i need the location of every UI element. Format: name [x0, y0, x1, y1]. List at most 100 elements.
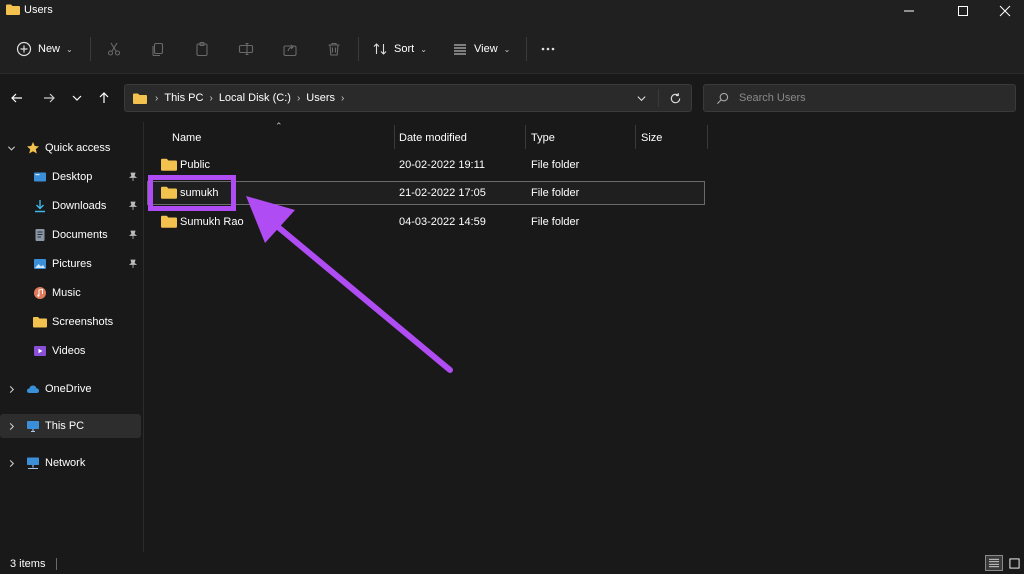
breadcrumb-chevron-icon[interactable]: › — [297, 93, 300, 104]
sidebar-item-label: Videos — [52, 345, 86, 357]
chevron-down-icon — [636, 95, 646, 101]
pin-icon — [128, 172, 138, 181]
folder-icon — [161, 158, 177, 171]
chevron-right-icon[interactable] — [6, 458, 16, 468]
navigation-pane: Quick access Desktop Downloads Documents… — [0, 122, 144, 552]
sort-label: Sort — [394, 43, 415, 55]
close-icon — [999, 5, 1011, 17]
back-button[interactable] — [8, 89, 26, 107]
rename-button[interactable] — [238, 36, 254, 62]
chevron-down-icon[interactable] — [6, 143, 16, 153]
breadcrumb-chevron-icon[interactable]: › — [341, 93, 344, 104]
rename-icon — [238, 41, 254, 57]
view-label: View — [474, 43, 498, 55]
column-header-type[interactable]: Type — [531, 127, 555, 149]
view-button[interactable]: View ⌄ — [452, 36, 510, 62]
column-header-date[interactable]: Date modified — [399, 127, 467, 149]
more-options-button[interactable] — [540, 36, 556, 62]
pin-icon — [128, 230, 138, 239]
sidebar-item-label: Screenshots — [52, 316, 114, 328]
share-button[interactable] — [282, 36, 298, 62]
forward-button[interactable] — [40, 89, 58, 107]
address-bar[interactable]: › This PC › Local Disk (C:) › Users › — [124, 84, 692, 112]
column-type-label: Type — [531, 132, 555, 144]
new-button[interactable]: New ⌄ — [16, 36, 73, 62]
up-button[interactable] — [95, 89, 113, 107]
cut-button[interactable] — [106, 36, 122, 62]
sidebar-item-label: OneDrive — [45, 383, 92, 395]
sidebar-item-music[interactable]: Music — [0, 281, 141, 305]
sidebar-item-screenshots[interactable]: Screenshots — [0, 310, 141, 334]
sort-icon — [372, 41, 388, 57]
sort-ascending-icon: ⌃ — [275, 121, 283, 131]
item-count: 3 items — [10, 558, 46, 570]
cloud-icon — [26, 382, 40, 396]
pin-icon — [128, 201, 138, 210]
file-type: File folder — [531, 187, 580, 199]
search-input[interactable] — [739, 92, 999, 104]
sidebar-item-onedrive[interactable]: OneDrive — [0, 377, 141, 401]
column-divider[interactable] — [635, 125, 636, 149]
tiles-view-button[interactable] — [1005, 555, 1023, 571]
star-icon — [26, 141, 40, 155]
chevron-down-icon: ⌄ — [503, 44, 511, 54]
file-date: 21-02-2022 17:05 — [399, 187, 486, 199]
plus-circle-icon — [16, 41, 32, 57]
table-row[interactable]: Sumukh Rao 04-03-2022 14:59 File folder — [147, 210, 705, 234]
sidebar-item-label: Network — [45, 457, 86, 469]
column-divider[interactable] — [394, 125, 395, 149]
breadcrumb-local-disk[interactable]: Local Disk (C:) — [219, 92, 291, 104]
pin-icon — [128, 259, 138, 268]
refresh-icon — [670, 92, 680, 103]
column-header-size[interactable]: Size — [641, 127, 662, 149]
breadcrumb-this-pc[interactable]: This PC — [164, 92, 203, 104]
breadcrumb-users[interactable]: Users — [306, 92, 335, 104]
chevron-down-icon — [72, 95, 82, 101]
delete-button[interactable] — [326, 36, 342, 62]
sidebar-item-videos[interactable]: Videos — [0, 339, 141, 363]
sidebar-item-this-pc[interactable]: This PC — [0, 414, 141, 438]
title-bar: Users — [0, 0, 1024, 22]
new-label: New — [38, 43, 61, 55]
sort-button[interactable]: Sort ⌄ — [372, 36, 427, 62]
refresh-button[interactable] — [659, 85, 691, 111]
address-history-button[interactable] — [624, 85, 658, 111]
chevron-right-icon[interactable] — [6, 421, 16, 431]
recent-locations-button[interactable] — [68, 89, 86, 107]
minimize-icon — [904, 10, 914, 12]
column-divider[interactable] — [525, 125, 526, 149]
sidebar-item-quick-access[interactable]: Quick access — [0, 136, 141, 160]
maximize-button[interactable] — [940, 0, 986, 22]
breadcrumb-chevron-icon[interactable]: › — [209, 93, 212, 104]
video-icon — [33, 344, 47, 358]
sidebar-item-pictures[interactable]: Pictures — [0, 252, 141, 276]
chevron-down-icon: ⌄ — [420, 44, 427, 54]
column-divider[interactable] — [707, 125, 708, 149]
sidebar-item-label: This PC — [45, 420, 85, 432]
sidebar-item-documents[interactable]: Documents — [0, 223, 141, 247]
minimize-button[interactable] — [886, 0, 932, 22]
folder-icon — [161, 215, 177, 228]
folder-icon — [33, 315, 47, 329]
column-date-label: Date modified — [399, 132, 467, 144]
clipboard-icon — [194, 41, 210, 57]
arrow-right-icon — [44, 93, 55, 103]
folder-icon — [133, 93, 147, 104]
file-date: 04-03-2022 14:59 — [399, 216, 486, 228]
sidebar-item-label: Downloads — [52, 200, 107, 212]
status-bar: 3 items — [0, 552, 1024, 574]
table-row[interactable]: Public 20-02-2022 19:11 File folder — [147, 153, 705, 177]
sidebar-item-network[interactable]: Network — [0, 451, 141, 475]
search-box[interactable] — [703, 84, 1016, 112]
paste-button[interactable] — [194, 36, 210, 62]
copy-button[interactable] — [150, 36, 166, 62]
document-icon — [33, 228, 47, 242]
details-view-button[interactable] — [985, 555, 1003, 571]
column-header-name[interactable]: Name — [172, 127, 201, 149]
sidebar-item-downloads[interactable]: Downloads — [0, 194, 141, 218]
chevron-right-icon[interactable] — [6, 384, 16, 394]
sidebar-item-desktop[interactable]: Desktop — [0, 165, 141, 189]
breadcrumb-chevron-icon[interactable]: › — [155, 93, 158, 104]
close-button[interactable] — [982, 0, 1024, 22]
scissors-icon — [106, 41, 122, 57]
